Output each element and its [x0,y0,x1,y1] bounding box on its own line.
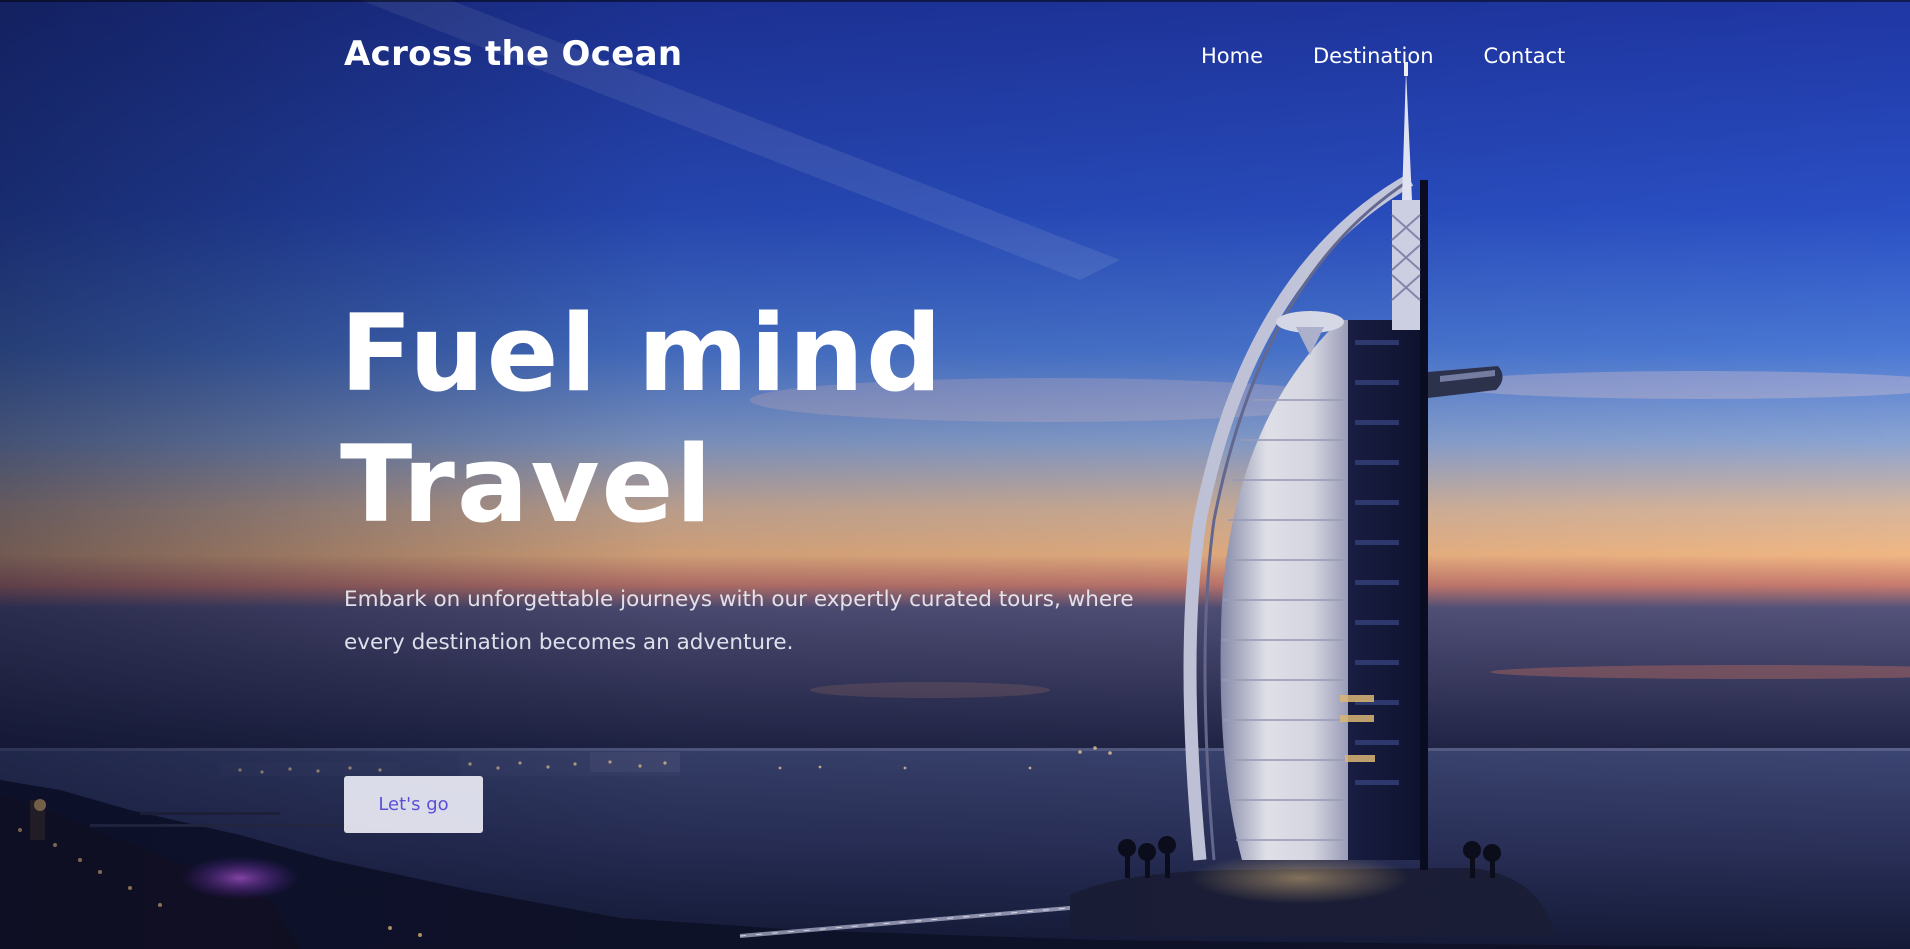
navbar: Across the Ocean Home Destination Contac… [0,0,1910,110]
lets-go-button[interactable]: Let's go [344,776,483,833]
brand-logo-text[interactable]: Across the Ocean [344,34,682,74]
nav-link-destination[interactable]: Destination [1313,44,1434,68]
nav-links: Home Destination Contact [1201,44,1565,68]
hero-background-image [0,0,1910,949]
hero-headline-line-2: Travel [340,423,714,546]
nav-link-home[interactable]: Home [1201,44,1263,68]
hero-headline: Fuel mind Travel [340,288,944,550]
hero-headline-line-1: Fuel mind [340,292,944,415]
hero-section: Across the Ocean Home Destination Contac… [0,0,1910,949]
hero-subtitle: Embark on unforgettable journeys with ou… [344,587,1134,655]
nav-link-contact[interactable]: Contact [1484,44,1566,68]
